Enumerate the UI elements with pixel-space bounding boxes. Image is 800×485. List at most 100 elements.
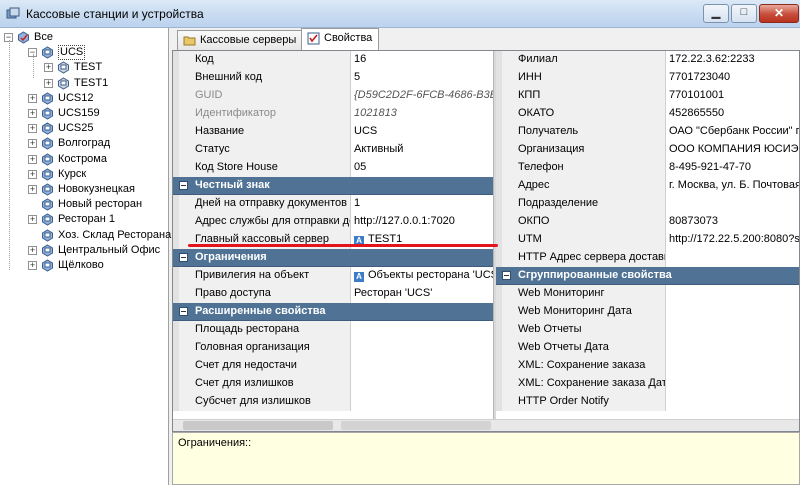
property-row[interactable]: Площадь ресторана	[173, 321, 494, 339]
property-value[interactable]	[351, 321, 494, 339]
property-value[interactable]	[351, 375, 494, 393]
property-row[interactable]: Счет для излишков	[173, 375, 494, 393]
tree-item[interactable]: Новый ресторан	[0, 197, 169, 212]
collapse-icon[interactable]	[179, 253, 188, 262]
property-value[interactable]	[666, 285, 799, 303]
collapse-icon[interactable]	[179, 181, 188, 190]
expand-icon[interactable]: +	[28, 261, 37, 270]
property-row[interactable]: Право доступа Ресторан 'UCS'	[173, 285, 494, 303]
property-row[interactable]: ОКАТО 452865550	[496, 105, 799, 123]
tree-item[interactable]: + Кострома	[0, 152, 169, 167]
collapse-icon[interactable]	[179, 307, 188, 316]
property-row[interactable]: Филиал 172.22.3.62:2233	[496, 51, 799, 69]
property-row[interactable]: Организация ООО КОМПАНИЯ ЮСИЭС	[496, 141, 799, 159]
tab-properties[interactable]: Свойства	[301, 28, 380, 50]
expand-icon[interactable]: +	[28, 109, 37, 118]
tab-cash-servers[interactable]: Кассовые серверы	[177, 30, 304, 50]
property-value[interactable]: 05	[351, 159, 494, 177]
property-value[interactable]: {D59C2D2F-6FCB-4686-B3E5	[351, 87, 494, 105]
property-value[interactable]: http://127.0.0.1:7020	[351, 213, 494, 231]
expand-icon[interactable]: +	[28, 93, 37, 103]
property-value[interactable]: 1021813	[351, 105, 494, 123]
tree-item[interactable]: + UCS159	[0, 106, 169, 121]
tree-item[interactable]: + Курск	[0, 167, 169, 182]
property-row[interactable]: Телефон 8-495-921-47-70	[496, 159, 799, 177]
property-value[interactable]: 7701723040	[666, 69, 799, 87]
property-row[interactable]: Код 16	[173, 51, 494, 69]
property-row[interactable]: Web Отчеты Дата	[496, 339, 799, 357]
property-value[interactable]: UCS	[351, 123, 494, 141]
property-value[interactable]	[666, 357, 799, 375]
property-value[interactable]	[666, 339, 799, 357]
property-row[interactable]: HTTP Order Notify	[496, 393, 799, 411]
horizontal-scrollbar[interactable]	[173, 419, 799, 431]
category-header[interactable]: Сгруппированные свойства	[496, 267, 799, 285]
tree-item[interactable]: − UCS	[0, 45, 169, 61]
category-header[interactable]: Честный знак	[173, 177, 494, 195]
property-value[interactable]: A Объекты ресторана 'UCS'	[351, 267, 494, 285]
expand-icon[interactable]: +	[28, 139, 37, 149]
property-row[interactable]: Web Мониторинг Дата	[496, 303, 799, 321]
expand-icon[interactable]: +	[28, 154, 37, 164]
property-row[interactable]: Web Отчеты	[496, 321, 799, 339]
property-value[interactable]: ООО КОМПАНИЯ ЮСИЭС	[666, 141, 799, 159]
property-value[interactable]: 16	[351, 51, 494, 69]
tree-item[interactable]: + TEST	[0, 60, 169, 75]
property-value[interactable]	[666, 393, 799, 411]
property-value[interactable]	[666, 249, 799, 267]
collapse-icon[interactable]	[502, 271, 511, 280]
close-button[interactable]: ✕	[759, 4, 799, 23]
expand-icon[interactable]: +	[28, 124, 37, 134]
property-value[interactable]	[666, 321, 799, 339]
expand-icon[interactable]: +	[44, 78, 53, 88]
property-value[interactable]: 172.22.3.62:2233	[666, 51, 799, 69]
tree-item[interactable]: Хоз. Склад Ресторана	[0, 228, 171, 243]
property-value[interactable]: Ресторан 'UCS'	[351, 285, 494, 303]
property-row[interactable]: Привилегия на объект A Объекты ресторана …	[173, 267, 494, 285]
property-value[interactable]: 770101001	[666, 87, 799, 105]
property-value[interactable]	[666, 195, 799, 213]
property-value[interactable]	[666, 303, 799, 321]
property-value[interactable]: г. Москва, ул. Б. Почтовая	[666, 177, 799, 195]
tree-item[interactable]: + Волгоград	[0, 136, 169, 151]
tree-item[interactable]: + Центральный Офис	[0, 243, 169, 258]
category-header[interactable]: Расширенные свойства	[173, 303, 494, 321]
property-row[interactable]: Название UCS	[173, 123, 494, 141]
property-row[interactable]: Идентификатор 1021813	[173, 105, 494, 123]
property-row[interactable]: HTTP Адрес сервера доставки	[496, 249, 799, 267]
property-value[interactable]: 1	[351, 195, 494, 213]
tree-item[interactable]: + Щёлково	[0, 258, 169, 273]
property-value[interactable]	[351, 393, 494, 411]
property-row[interactable]: Подразделение	[496, 195, 799, 213]
property-row[interactable]: Дней на отправку документов 1	[173, 195, 494, 213]
property-value[interactable]: ОАО "Сбербанк России" г.	[666, 123, 799, 141]
property-value[interactable]	[351, 357, 494, 375]
property-row[interactable]: UTM http://172.22.5.200:8080?sc	[496, 231, 799, 249]
category-header[interactable]: Ограничения	[173, 249, 494, 267]
property-value[interactable]: 452865550	[666, 105, 799, 123]
property-row[interactable]: XML: Сохранение заказа Дата	[496, 375, 799, 393]
minimize-button[interactable]: ▁	[703, 4, 729, 23]
tree-item[interactable]: + Новокузнецкая	[0, 182, 169, 197]
expand-icon[interactable]: +	[28, 245, 37, 255]
property-row[interactable]: XML: Сохранение заказа	[496, 357, 799, 375]
property-row[interactable]: Головная организация	[173, 339, 494, 357]
maximize-button[interactable]: □	[731, 4, 757, 23]
property-row[interactable]: GUID {D59C2D2F-6FCB-4686-B3E5	[173, 87, 494, 105]
property-value[interactable]: http://172.22.5.200:8080?sc	[666, 231, 799, 249]
property-row[interactable]: Адрес службы для отправки документов htt…	[173, 213, 494, 231]
property-row[interactable]: КПП 770101001	[496, 87, 799, 105]
property-row[interactable]: ОКПО 80873073	[496, 213, 799, 231]
scrollbar-thumb-right[interactable]	[341, 421, 491, 430]
property-row[interactable]: Статус Активный	[173, 141, 494, 159]
property-row[interactable]: Код Store House 05	[173, 159, 494, 177]
station-tree[interactable]: − Все − UCS + TEST + TEST1 + UCS12 + UCS159 + …	[0, 28, 171, 485]
expand-icon[interactable]: +	[28, 169, 37, 179]
property-row[interactable]: Счет для недостачи	[173, 357, 494, 375]
property-value[interactable]: 5	[351, 69, 494, 87]
property-value[interactable]: 8-495-921-47-70	[666, 159, 799, 177]
property-row[interactable]: Получатель ОАО "Сбербанк России" г.	[496, 123, 799, 141]
property-row[interactable]: Web Мониторинг	[496, 285, 799, 303]
property-row[interactable]: Адрес г. Москва, ул. Б. Почтовая	[496, 177, 799, 195]
property-value[interactable]	[351, 339, 494, 357]
